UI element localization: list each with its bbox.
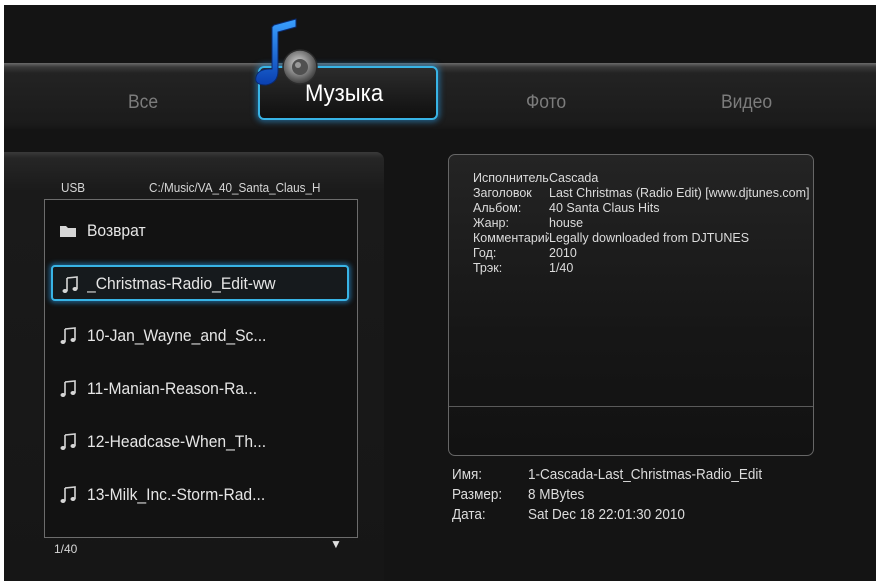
file-size-label: Размер: bbox=[452, 486, 503, 503]
list-item-label: 13-Milk_Inc.-Storm-Rad... bbox=[87, 485, 266, 504]
file-size-value: 8 MBytes bbox=[528, 486, 585, 503]
track-info-panel: Исполнитель Cascada Заголовок Last Chris… bbox=[448, 154, 814, 456]
meta-value: 2010 bbox=[549, 246, 577, 260]
meta-value: Last Christmas (Radio Edit) [www.djtunes… bbox=[549, 186, 810, 200]
list-item-selected[interactable]: _Christmas-Radio_Edit-ww bbox=[51, 265, 349, 301]
meta-value: 1/40 bbox=[549, 261, 574, 275]
music-note-icon bbox=[60, 380, 76, 397]
music-note-icon bbox=[60, 327, 76, 344]
source-label: USB bbox=[61, 180, 86, 195]
category-tab-bar: Все Фото Видео bbox=[4, 63, 876, 129]
music-note-icon bbox=[60, 433, 76, 450]
media-player-screen: Все Фото Видео Музыка USB C:/Music/VA_40… bbox=[4, 5, 876, 581]
meta-key: Исполнитель bbox=[473, 171, 549, 185]
list-item-back[interactable]: Возврат bbox=[51, 213, 349, 249]
list-item-label: 10-Jan_Wayne_and_Sc... bbox=[87, 326, 267, 345]
list-item-label: 11-Manian-Reason-Ra... bbox=[87, 379, 258, 398]
tab-photo[interactable]: Фото bbox=[526, 92, 566, 114]
scroll-down-arrow-icon[interactable]: ▼ bbox=[330, 537, 342, 551]
music-note-icon bbox=[62, 276, 78, 293]
tab-all[interactable]: Все bbox=[128, 92, 158, 114]
list-item-label: Возврат bbox=[87, 221, 146, 240]
file-list[interactable]: Возврат _Christmas-Radio_Edit-ww 10-Jan_… bbox=[44, 199, 358, 538]
music-note-speaker-icon bbox=[255, 18, 318, 86]
list-item-label: 12-Headcase-When_Th... bbox=[87, 432, 267, 451]
meta-value: house bbox=[549, 216, 584, 230]
file-name-value: 1-Cascada-Last_Christmas-Radio_Edit bbox=[528, 466, 763, 483]
list-item[interactable]: 10-Jan_Wayne_and_Sc... bbox=[51, 318, 349, 354]
meta-value: Cascada bbox=[549, 171, 599, 185]
list-item[interactable]: 12-Headcase-When_Th... bbox=[51, 424, 349, 460]
current-path: C:/Music/VA_40_Santa_Claus_H bbox=[149, 180, 321, 195]
tab-video[interactable]: Видео bbox=[721, 92, 772, 114]
music-note-icon bbox=[60, 486, 76, 503]
file-date-label: Дата: bbox=[452, 506, 486, 523]
meta-key: Трэк: bbox=[473, 261, 503, 275]
meta-key: Заголовок bbox=[473, 186, 532, 200]
file-name-label: Имя: bbox=[452, 466, 483, 483]
info-divider bbox=[449, 406, 813, 407]
meta-key: Альбом: bbox=[473, 201, 522, 215]
folder-icon bbox=[60, 226, 76, 237]
meta-key: Жанр: bbox=[473, 216, 509, 230]
meta-key: Год: bbox=[473, 246, 497, 260]
file-browser-panel: USB C:/Music/VA_40_Santa_Claus_H Возврат… bbox=[4, 152, 384, 581]
meta-value: 40 Santa Claus Hits bbox=[549, 201, 660, 215]
list-item-label: _Christmas-Radio_Edit-ww bbox=[87, 274, 276, 293]
list-item[interactable]: 13-Milk_Inc.-Storm-Rad... bbox=[51, 477, 349, 513]
list-position: 1/40 bbox=[54, 542, 78, 556]
file-date-value: Sat Dec 18 22:01:30 2010 bbox=[528, 506, 685, 523]
list-item[interactable]: 11-Manian-Reason-Ra... bbox=[51, 371, 349, 407]
meta-value: Legally downloaded from DJTUNES bbox=[549, 231, 750, 245]
meta-key: Комментарий bbox=[473, 231, 549, 245]
